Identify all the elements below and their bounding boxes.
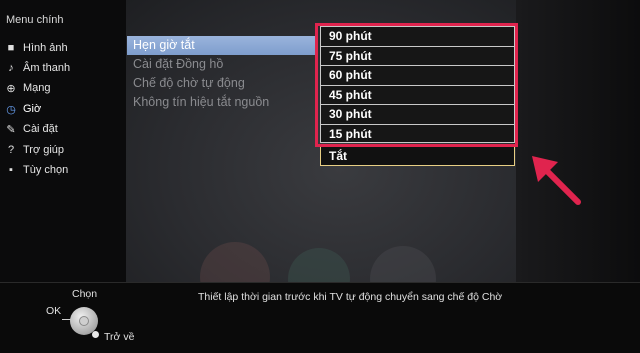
option-60-min[interactable]: 60 phút: [320, 65, 515, 85]
ok-button-icon: [79, 316, 89, 326]
sidebar-item-label: Cài đặt: [23, 123, 58, 135]
sidebar-item-label: Giờ: [23, 103, 42, 115]
option-off[interactable]: Tắt: [320, 146, 515, 166]
globe-icon: ⊕: [6, 82, 16, 95]
sidebar-title: Menu chính: [6, 14, 64, 26]
box-icon: ▪: [9, 164, 13, 176]
ok-label: OK: [46, 305, 62, 317]
sidebar-item-label: Mạng: [23, 82, 51, 94]
sidebar-item-settings[interactable]: ✎ Cài đặt: [4, 121, 58, 137]
submenu-item-no-signal-off[interactable]: Không tín hiệu tắt nguồn: [127, 93, 317, 112]
sidebar-item-label: Hình ảnh: [23, 42, 68, 54]
back-dot-icon: [92, 331, 99, 338]
option-45-min[interactable]: 45 phút: [320, 84, 515, 104]
wrench-icon: ✎: [6, 123, 16, 136]
picture-icon: ■: [7, 42, 15, 54]
submenu-item-clock-settings[interactable]: Cài đặt Đồng hồ: [127, 55, 317, 74]
music-note-icon: ♪: [8, 62, 14, 74]
sidebar-item-network[interactable]: ⊕ Mạng: [4, 80, 51, 96]
sidebar-item-picture[interactable]: ■ Hình ảnh: [4, 40, 68, 56]
select-label: Chọn: [72, 288, 98, 300]
main-menu-sidebar: Menu chính ■ Hình ảnh ♪ Âm thanh ⊕ Mạng …: [0, 0, 126, 282]
sidebar-item-options[interactable]: ▪ Tùy chọn: [4, 162, 68, 178]
sidebar-item-label: Tùy chọn: [23, 164, 69, 176]
sidebar-item-clock[interactable]: ◷ Giờ: [4, 101, 41, 117]
sidebar-item-sound[interactable]: ♪ Âm thanh: [4, 60, 70, 76]
option-15-min[interactable]: 15 phút: [320, 123, 515, 143]
submenu-item-auto-standby[interactable]: Chế độ chờ tự động: [127, 74, 317, 93]
back-label: Trở về: [104, 331, 135, 343]
submenu-item-sleep-timer[interactable]: Hẹn giờ tắt: [127, 36, 317, 55]
sleep-timer-options: 90 phút 75 phút 60 phút 45 phút 30 phút …: [320, 26, 515, 166]
timer-submenu: Hẹn giờ tắt Cài đặt Đồng hồ Chế độ chờ t…: [127, 36, 317, 112]
pointer-arrow-icon: [532, 156, 581, 205]
clock-icon: ◷: [6, 103, 16, 116]
background-right: [516, 0, 640, 282]
option-90-min[interactable]: 90 phút: [320, 26, 515, 46]
bottom-help-bar: Chọn OK Trở về Thiết lập thời gian trước…: [0, 282, 640, 353]
sidebar-item-label: Trợ giúp: [23, 144, 65, 156]
help-text: Thiết lập thời gian trước khi TV tự động…: [198, 291, 503, 303]
sidebar-item-help[interactable]: ? Trợ giúp: [4, 142, 64, 158]
option-30-min[interactable]: 30 phút: [320, 104, 515, 124]
sidebar-item-label: Âm thanh: [23, 62, 71, 74]
question-icon: ?: [7, 144, 15, 156]
option-75-min[interactable]: 75 phút: [320, 45, 515, 65]
